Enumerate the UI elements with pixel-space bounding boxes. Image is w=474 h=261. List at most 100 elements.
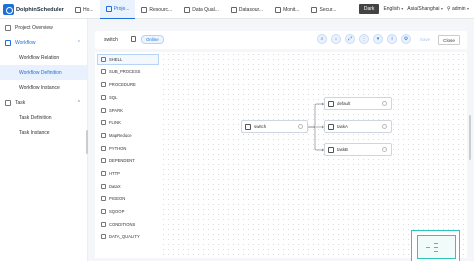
- sidebar-item-task-instance[interactable]: Task Instance: [0, 125, 87, 140]
- flink-icon: [101, 120, 106, 126]
- palette-label: PYTHON: [109, 145, 127, 151]
- dag-node-taskb[interactable]: taskB: [324, 143, 392, 156]
- nav-monitor-label: Monit...: [283, 6, 300, 13]
- node-status-icon: [298, 124, 303, 129]
- palette-item-spark[interactable]: SPARK: [97, 105, 159, 116]
- palette-label: CONDITIONS: [109, 221, 136, 227]
- sidebar-item-label: Task: [15, 99, 26, 106]
- shell-icon: [328, 146, 334, 153]
- status-badge: Online: [141, 35, 164, 44]
- nav-resources[interactable]: Resourc...: [135, 0, 178, 19]
- palette-item-datax[interactable]: DataX: [97, 181, 159, 192]
- user-menu[interactable]: ⚲ admin ▾: [447, 6, 469, 12]
- dag-toolbar: switch Online ⌕ ↓ ⤢ ⋮ ▾ i ⚙ Save Close: [95, 31, 467, 49]
- dag-minimap[interactable]: [411, 230, 460, 261]
- nav-home[interactable]: Ho...: [69, 0, 100, 19]
- filter-icon[interactable]: ▾: [373, 34, 383, 44]
- search-icon[interactable]: ⌕: [317, 34, 327, 44]
- palette-item-pigeon[interactable]: PIGEON: [97, 194, 159, 205]
- palette-item-shell[interactable]: SHELL: [97, 54, 159, 65]
- layout-icon[interactable]: ⋮: [359, 34, 369, 44]
- node-status-icon: [382, 124, 387, 129]
- close-button[interactable]: Close: [438, 35, 460, 45]
- overview-icon: [5, 24, 11, 31]
- node-label: switch: [254, 124, 267, 129]
- palette-label: SHELL: [109, 56, 123, 62]
- nav-security-label: Secur...: [319, 6, 337, 13]
- sidebar-item-task-definition[interactable]: Task Definition: [0, 110, 87, 125]
- palette-item-data-quality[interactable]: DATA_QUALITY: [97, 232, 159, 243]
- sidebar-item-workflow-instance[interactable]: Workflow Instance: [0, 80, 87, 95]
- sqoop-icon: [101, 209, 106, 215]
- nav-resources-label: Resourc...: [149, 6, 173, 13]
- minimap-viewport[interactable]: [417, 235, 456, 259]
- sidebar: Project Overview Workflow ⌃ Workflow Rel…: [0, 19, 88, 261]
- monitor-icon: [275, 6, 282, 13]
- timezone-select[interactable]: Asia/Shanghai ▾: [407, 6, 443, 12]
- palette-item-dependent[interactable]: DEPENDENT: [97, 156, 159, 167]
- nav-home-label: Ho...: [83, 6, 94, 13]
- user-icon: ⚲: [446, 6, 451, 12]
- settings-icon[interactable]: ⚙: [401, 34, 411, 44]
- node-label: taskB: [337, 147, 348, 152]
- fullscreen-icon[interactable]: ⤢: [345, 34, 355, 44]
- task-palette: SHELL SUB_PROCESS PROCEDURE SQL SPARK FL…: [97, 54, 159, 244]
- node-status-icon: [382, 101, 387, 106]
- sidebar-item-label: Workflow Definition: [19, 69, 62, 76]
- copy-icon[interactable]: [131, 36, 136, 42]
- nav-data-quality[interactable]: Data Qual...: [178, 0, 225, 19]
- task-icon: [5, 99, 11, 106]
- nav-data-quality-label: Data Qual...: [192, 6, 219, 13]
- sidebar-item-workflow-definition[interactable]: Workflow Definition: [0, 65, 87, 80]
- edge-switch-taskB: [308, 126, 322, 151]
- dag-node-switch[interactable]: switch: [241, 120, 308, 133]
- theme-toggle-button[interactable]: Dark: [358, 4, 380, 14]
- edge-switch-default: [308, 103, 322, 128]
- minimap-node: [434, 247, 438, 248]
- toolbar-icons: ⌕ ↓ ⤢ ⋮ ▾ i ⚙: [317, 34, 411, 44]
- mapreduce-icon: [101, 132, 106, 138]
- app-logo[interactable]: DolphinScheduler: [3, 4, 64, 15]
- download-icon[interactable]: ↓: [331, 34, 341, 44]
- shell-icon: [101, 56, 106, 62]
- save-button[interactable]: Save: [415, 35, 435, 45]
- spark-icon: [101, 107, 106, 113]
- nav-project[interactable]: Proje...: [99, 0, 136, 19]
- info-icon[interactable]: i: [387, 34, 397, 44]
- canvas-scrollbar[interactable]: [469, 115, 471, 160]
- sidebar-item-workflow-relation[interactable]: Workflow Relation: [0, 50, 87, 65]
- palette-item-conditions[interactable]: CONDITIONS: [97, 219, 159, 230]
- language-select[interactable]: English ▾: [383, 6, 403, 12]
- palette-item-sqoop[interactable]: SQOOP: [97, 206, 159, 217]
- sidebar-group-task[interactable]: Task ⌃: [0, 95, 87, 110]
- dag-node-taska[interactable]: taskA: [324, 120, 392, 133]
- chevron-down-icon: ▾: [466, 6, 469, 11]
- dag-canvas[interactable]: switch default taskA taskB: [161, 52, 467, 258]
- app-name: DolphinScheduler: [16, 6, 64, 13]
- procedure-icon: [101, 82, 106, 88]
- chevron-down-icon: ▾: [401, 6, 404, 11]
- palette-item-mapreduce[interactable]: MapReduce: [97, 130, 159, 141]
- shell-icon: [328, 100, 334, 107]
- nav-security[interactable]: Secur...: [305, 0, 342, 19]
- nav-project-label: Proje...: [113, 6, 130, 12]
- palette-item-python[interactable]: PYTHON: [97, 143, 159, 154]
- palette-label: FLINK: [109, 120, 121, 126]
- main-nav: Ho... Proje... Resourc... Data Qual... D…: [69, 0, 342, 19]
- sidebar-item-project-overview[interactable]: Project Overview: [0, 20, 87, 35]
- dag-node-default[interactable]: default: [324, 97, 392, 110]
- nav-monitor[interactable]: Monit...: [269, 0, 305, 19]
- project-icon: [105, 6, 112, 12]
- palette-item-flink[interactable]: FLINK: [97, 117, 159, 128]
- palette-label: DATA_QUALITY: [109, 234, 140, 240]
- sidebar-group-workflow[interactable]: Workflow ⌃: [0, 35, 87, 50]
- top-navbar: DolphinScheduler Ho... Proje... Resourc.…: [0, 0, 474, 19]
- nav-datasource[interactable]: Datasour...: [225, 0, 269, 19]
- palette-item-procedure[interactable]: PROCEDURE: [97, 79, 159, 90]
- palette-item-sub-process[interactable]: SUB_PROCESS: [97, 67, 159, 78]
- palette-item-http[interactable]: HTTP: [97, 168, 159, 179]
- dag-edges: [308, 102, 324, 152]
- palette-item-sql[interactable]: SQL: [97, 92, 159, 103]
- sidebar-item-label: Workflow Instance: [19, 84, 60, 91]
- palette-label: MapReduce: [109, 132, 132, 138]
